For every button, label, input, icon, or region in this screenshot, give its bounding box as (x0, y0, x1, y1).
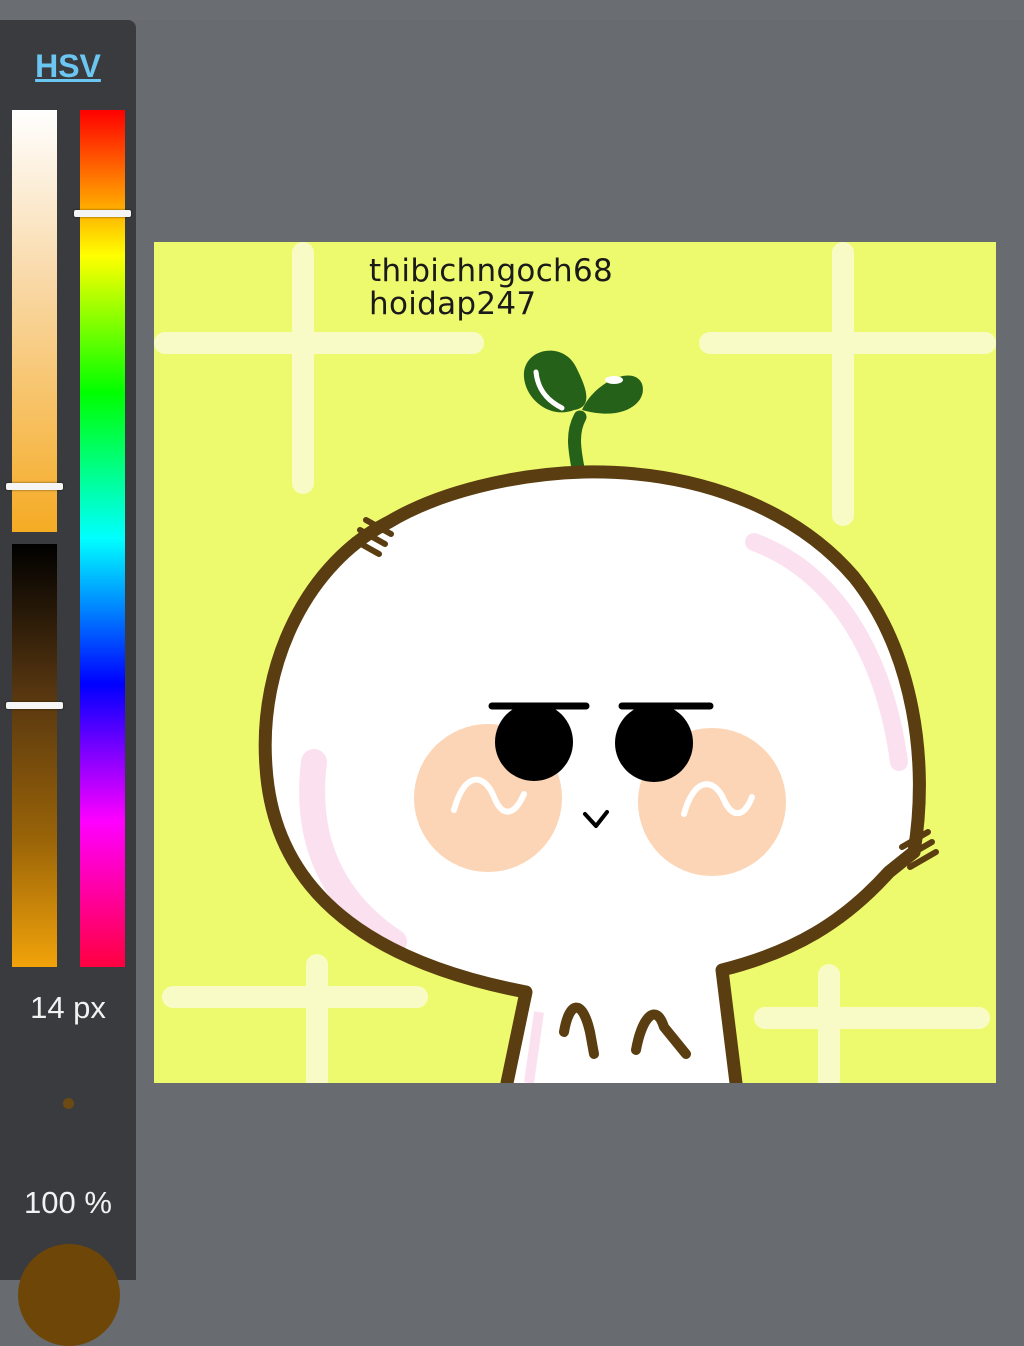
brightness-track (12, 544, 57, 967)
color-mode-link[interactable]: HSV (0, 48, 136, 85)
current-color-swatch[interactable] (18, 1244, 120, 1346)
sprout-icon (523, 350, 643, 475)
watermark-line-1: thibichngoch68 (369, 253, 614, 289)
top-strip (0, 0, 1024, 20)
hue-thumb[interactable] (74, 209, 131, 217)
artwork (154, 242, 996, 1083)
watermark-text: thibichngoch68 hoidap247 (369, 255, 613, 321)
hue-track (80, 110, 125, 967)
saturation-thumb[interactable] (6, 482, 63, 490)
brush-size-label[interactable]: 14 px (0, 990, 136, 1026)
brightness-thumb[interactable] (6, 701, 63, 709)
brightness-slider[interactable] (6, 544, 63, 967)
brush-size-preview (63, 1098, 74, 1109)
saturation-track (12, 110, 57, 532)
hue-slider[interactable] (74, 110, 131, 967)
saturation-slider[interactable] (6, 110, 63, 532)
opacity-label[interactable]: 100 % (0, 1185, 136, 1221)
drawing-canvas[interactable]: thibichngoch68 hoidap247 (154, 242, 996, 1083)
color-panel: HSV 14 px 100 % (0, 20, 136, 1346)
watermark-line-2: hoidap247 (369, 286, 537, 322)
